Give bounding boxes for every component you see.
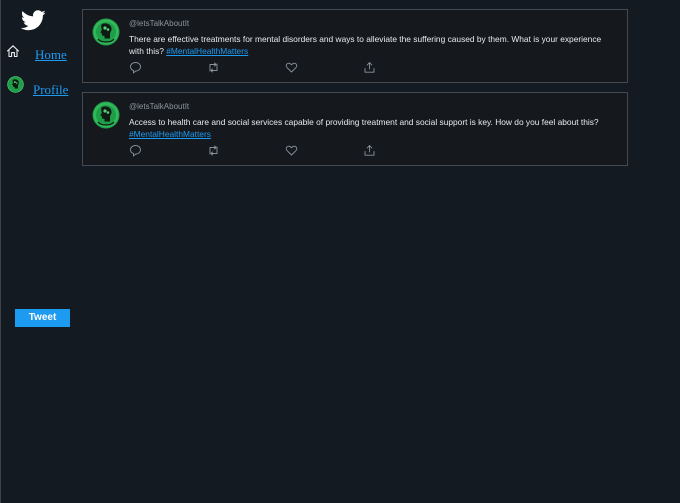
like-icon[interactable] [285, 144, 298, 157]
reply-icon[interactable] [129, 144, 142, 157]
tweet-text: Access to health care and social service… [129, 117, 599, 127]
like-icon[interactable] [285, 61, 298, 74]
home-icon [6, 44, 20, 58]
share-icon[interactable] [363, 144, 376, 157]
app-window: Home Profile Tweet @letsTalkAboutIt Ther… [0, 0, 680, 503]
tweet-handle[interactable]: @letsTalkAboutIt [129, 19, 189, 28]
sidebar-item-label[interactable]: Home [35, 47, 67, 63]
tweet-card[interactable]: @letsTalkAboutIt There are effective tre… [82, 9, 628, 83]
reply-icon[interactable] [129, 61, 142, 74]
retweet-icon[interactable] [207, 61, 220, 74]
retweet-icon[interactable] [207, 144, 220, 157]
tweet-card[interactable]: @letsTalkAboutIt Access to health care a… [82, 92, 628, 166]
tweet-button[interactable]: Tweet [15, 309, 70, 327]
avatar[interactable] [92, 101, 120, 129]
tweet-actions [129, 144, 429, 158]
avatar[interactable] [92, 18, 120, 46]
tweet-actions [129, 61, 429, 75]
hashtag-link[interactable]: #MentalHealthMatters [166, 46, 248, 56]
twitter-bird-icon[interactable] [21, 10, 46, 31]
tweet-feed: @letsTalkAboutIt There are effective tre… [82, 9, 628, 175]
share-icon[interactable] [363, 61, 376, 74]
sidebar-item-label[interactable]: Profile [33, 82, 68, 98]
sidebar: Home Profile Tweet [0, 0, 78, 503]
brain-avatar-icon [7, 76, 24, 93]
tweet-body: Access to health care and social service… [129, 116, 609, 140]
tweet-body: There are effective treatments for menta… [129, 33, 609, 57]
tweet-handle[interactable]: @letsTalkAboutIt [129, 102, 189, 111]
hashtag-link[interactable]: #MentalHealthMatters [129, 129, 211, 139]
